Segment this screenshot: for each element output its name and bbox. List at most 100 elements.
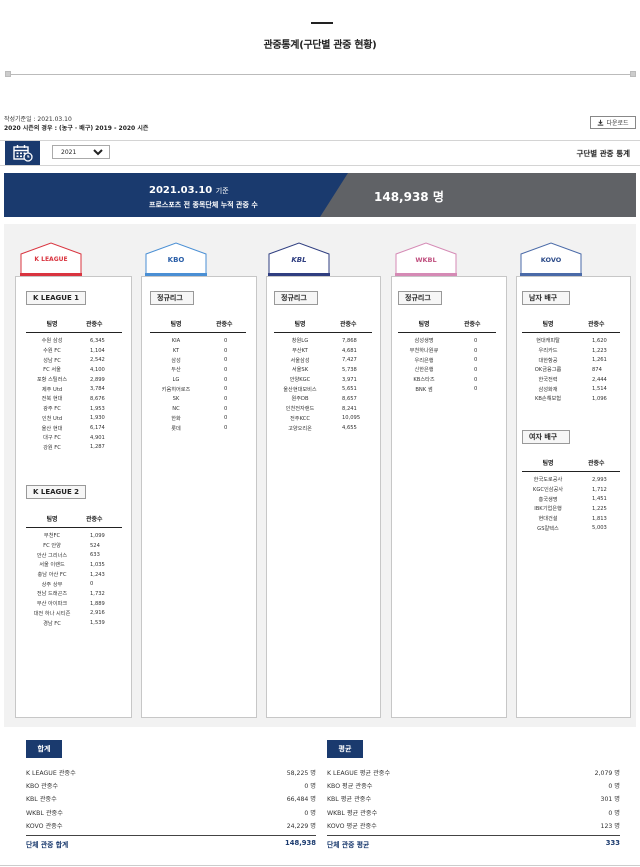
table-row: 안산 그리너스 633: [26, 550, 122, 560]
team-name: 두산: [171, 367, 181, 374]
attendance-count: 5,651: [342, 386, 357, 393]
table-row: 전북 현대 8,676: [26, 394, 122, 404]
calendar-button[interactable]: [5, 141, 40, 165]
team-name: 광주 FC: [43, 406, 61, 413]
table-row: 흥국생명 1,451: [522, 494, 620, 504]
year-select[interactable]: 2021: [52, 145, 110, 159]
table-row: KT 0: [150, 346, 246, 356]
team-name: 전북 현대: [41, 396, 63, 403]
summary-value: 24,229 명: [286, 822, 316, 830]
attendance-count: 6,174: [90, 425, 105, 432]
attendance-count: 874: [592, 366, 602, 373]
kovo-logo: KOVO: [520, 242, 582, 276]
team-name: 한국도로공사: [533, 477, 563, 484]
kbo-regular-button[interactable]: 정규리그: [150, 291, 194, 305]
team-name: SK: [172, 395, 180, 402]
attendance-count: 1,539: [90, 620, 105, 627]
team-name: 울산현대모비스: [283, 386, 317, 393]
page-title: 관중통계(구단별 관중 현황): [263, 40, 377, 51]
attendance-count: 2,993: [592, 476, 607, 483]
timeline-track: [6, 74, 634, 75]
summary-row: K LEAGUE 관중수 58,225 명: [26, 768, 316, 777]
summary-label: K LEAGUE 평균 관중수: [327, 770, 391, 777]
wkbl-regular-button[interactable]: 정규리그: [398, 291, 442, 305]
summary-row: KOVO 평균 관중수 123 명: [327, 821, 620, 830]
summary-row: KOVO 관중수 24,229 명: [26, 821, 316, 830]
total-banner: 2021.03.10 기준 프로스포츠 전 종목단체 누적 관중 수 148,9…: [4, 173, 636, 217]
toolbar-divider-top: [0, 140, 640, 141]
team-name: LG: [172, 376, 180, 383]
table-row: 안양KGC 3,971: [274, 375, 372, 385]
team-name: 충남 아산 FC: [37, 572, 67, 579]
summary-row: KBL 평균 관중수 301 명: [327, 794, 620, 803]
attendance-count: 2,542: [90, 357, 105, 364]
attendance-count: 1,451: [592, 496, 607, 503]
table-row: 한화 0: [150, 414, 246, 424]
kbl-regular-button[interactable]: 정규리그: [274, 291, 318, 305]
team-name: 인천 Utd: [41, 415, 63, 422]
download-button[interactable]: 다운로드: [590, 116, 636, 129]
attendance-count: 5,003: [592, 525, 607, 532]
kleague2-button[interactable]: K LEAGUE 2: [26, 485, 86, 499]
attendance-count: 4,901: [90, 434, 105, 441]
team-name: 삼성: [171, 357, 181, 364]
timeline-handle-end[interactable]: [630, 71, 636, 77]
table-row: 한국도로공사 2,993: [522, 475, 620, 485]
attendance-count: 0: [224, 366, 228, 373]
attendance-count: 1,813: [592, 515, 607, 522]
table-row: NC 0: [150, 404, 246, 414]
team-name: FC 서울: [43, 367, 61, 374]
team-name: 원주DB: [291, 396, 309, 403]
table-row: 부천하나원큐 0: [398, 346, 496, 356]
table-row: 삼성 0: [150, 355, 246, 365]
team-name: KIA: [171, 337, 181, 344]
team-name: 부산KT: [292, 348, 308, 355]
team-name: 제주 Utd: [41, 386, 63, 393]
kovo-men-table: 팀명 관중수 현대캐피탈 1,620 우리카드 1,223 대한항공 1,261 OK금융그룹…: [522, 319, 620, 404]
timeline-handle-start[interactable]: [5, 71, 11, 77]
kovo-men-button[interactable]: 남자 배구: [522, 291, 570, 305]
team-name: 부천하나원큐: [409, 348, 439, 355]
team-name: 대한항공: [538, 357, 558, 364]
attendance-count: 0: [224, 347, 228, 354]
kovo-women-button[interactable]: 여자 배구: [522, 430, 570, 444]
title-decoration: [311, 22, 333, 24]
attendance-count: 1,287: [90, 444, 105, 451]
team-name: 서울SK: [291, 367, 309, 374]
table-row: 대구 FC 4,901: [26, 433, 122, 443]
kleague1-button[interactable]: K LEAGUE 1: [26, 291, 86, 305]
attendance-count: 1,261: [592, 357, 607, 364]
table-row: 키움히어로즈 0: [150, 384, 246, 394]
team-name: 삼성화재: [538, 386, 558, 393]
table-row: OK금융그룹 874: [522, 365, 620, 375]
attendance-count: 1,035: [90, 561, 105, 568]
team-name: 현대건설: [538, 516, 558, 523]
table-row: FC 안양 524: [26, 541, 122, 551]
attendance-count: 2,444: [592, 376, 607, 383]
section-title: 구단별 관중 통계: [576, 149, 630, 158]
attendance-count: 1,104: [90, 347, 105, 354]
table-row: 포항 스틸러스 2,899: [26, 375, 122, 385]
attendance-count: 0: [474, 347, 478, 354]
team-name: FC 안양: [43, 543, 61, 550]
team-name: 신한은행: [414, 367, 434, 374]
banner-date: 2021.03.10 기준: [149, 185, 229, 196]
team-name: 한화: [171, 415, 181, 422]
attendance-count: 10,095: [342, 415, 361, 422]
kleague1-table: 팀명 관중수 수원 삼성 6,345 수원 FC 1,104 성남 FC 2,542 FC 서…: [26, 319, 122, 452]
table-row: 전남 드래곤즈 1,732: [26, 589, 122, 599]
team-name: 대구 FC: [43, 435, 61, 442]
attendance-count: 2,916: [90, 610, 105, 617]
attendance-count: 0: [224, 405, 228, 412]
table-row: 부산 아이파크 1,889: [26, 599, 122, 609]
attendance-count: 0: [224, 415, 228, 422]
summary-total-divider: [26, 835, 316, 836]
attendance-count: 0: [90, 581, 94, 588]
table-row: 삼성생명 0: [398, 336, 496, 346]
summary-average-footer: 단체 관중 평균 333: [327, 839, 620, 849]
table-row: KIA 0: [150, 336, 246, 346]
kleague-logo: K LEAGUE: [20, 242, 82, 276]
table-row: 울산현대모비스 5,651: [274, 384, 372, 394]
table-row: LG 0: [150, 375, 246, 385]
team-name: KT: [172, 347, 180, 354]
